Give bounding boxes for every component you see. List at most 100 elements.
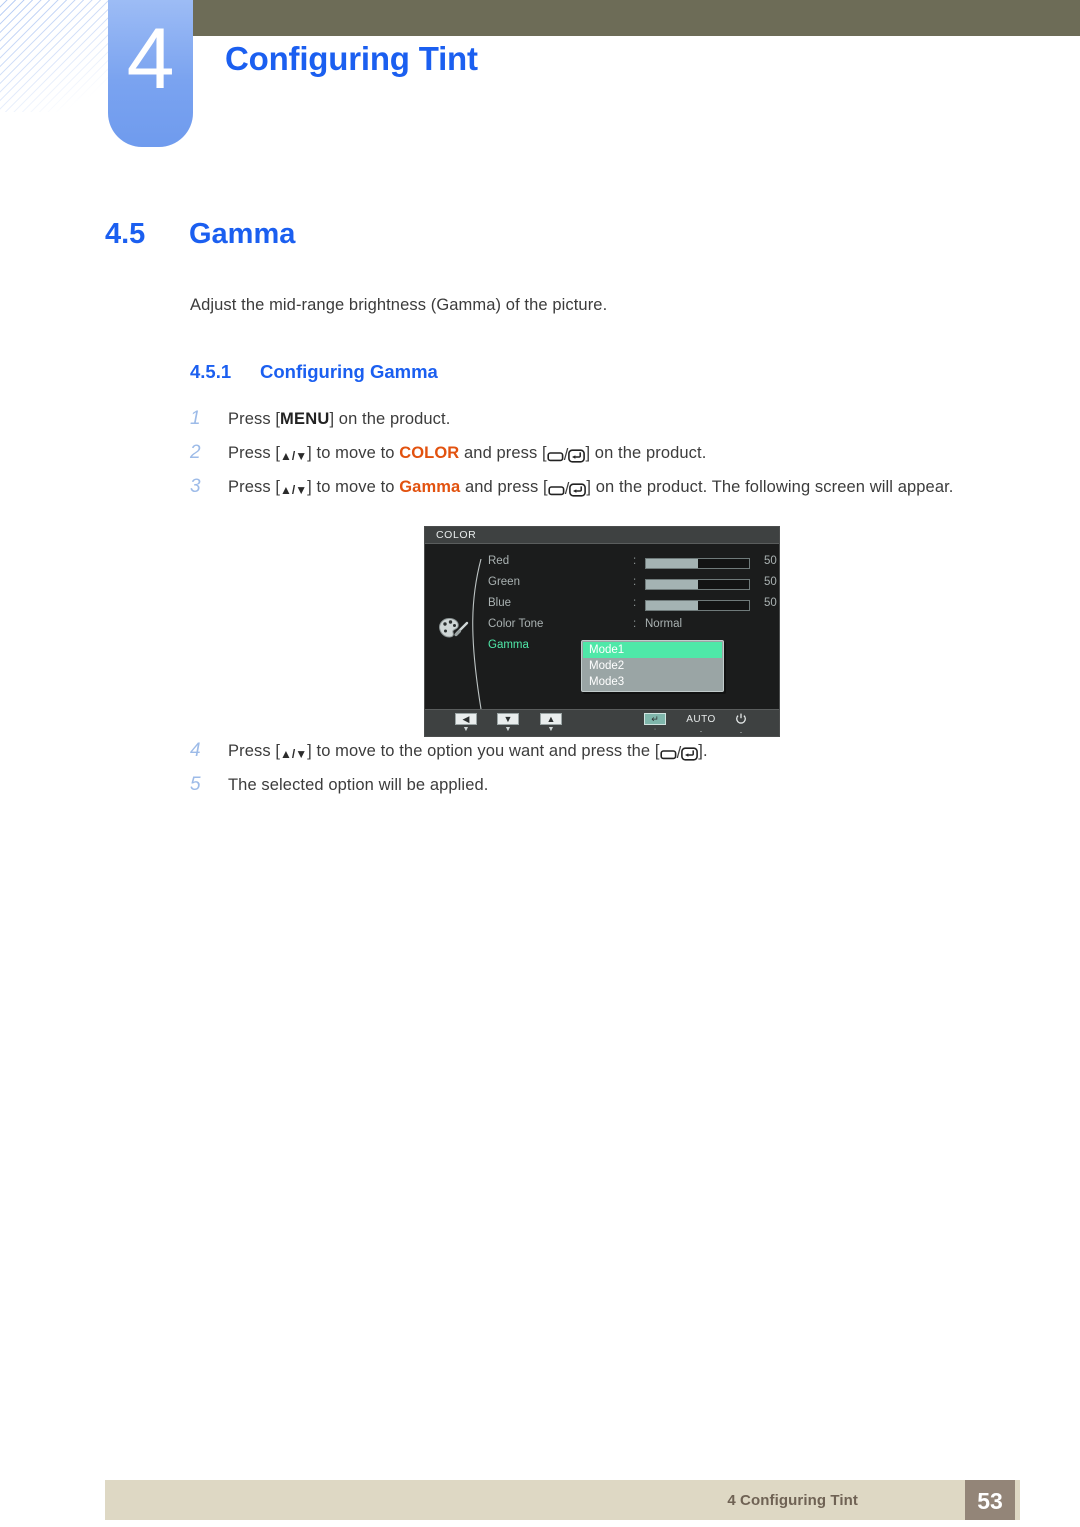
step-text-fragment: Press [ [228, 444, 281, 462]
osd-menu-item[interactable]: Color Tone: Normal [488, 618, 778, 639]
page-footer: 4 Configuring Tint 53 [0, 1480, 1080, 1527]
step-text: Press [▲/▼] to move to COLOR and press [… [228, 444, 706, 465]
button-indicator: · [739, 727, 743, 737]
menu-enter-keys-icon: / [547, 446, 586, 465]
step-text-fragment: ] on the product. The following screen w… [586, 478, 954, 496]
step-text: Press [▲/▼] to move to Gamma and press [… [228, 478, 953, 499]
decorative-hatch-pattern [0, 0, 108, 112]
osd-item-label: Green [488, 576, 520, 588]
subsection-title: Configuring Gamma [260, 361, 438, 382]
chapter-number: 4 [126, 11, 175, 107]
instruction-step: 4 Press [▲/▼] to move to the option you w… [190, 740, 1020, 774]
step-text-fragment: Press [ [228, 410, 281, 428]
back-button[interactable]: ◀ ▼ [451, 713, 481, 734]
gamma-mode-option[interactable]: Mode2 [583, 658, 722, 674]
step-text-fragment: and press [ [459, 444, 547, 462]
up-icon: ▲ [540, 713, 562, 725]
osd-item-separator: : [633, 555, 637, 567]
down-button[interactable]: ▼ ▼ [493, 713, 523, 734]
rounded-button-icon [659, 750, 676, 760]
step-text-fragment: ] on the product. [329, 410, 451, 428]
down-icon: ▼ [497, 713, 519, 725]
step-text-fragment: ]. [698, 742, 708, 760]
osd-slider[interactable] [645, 600, 750, 611]
gamma-mode-option[interactable]: Mode1 [583, 642, 722, 658]
chapter-number-tab: 4 [108, 0, 193, 147]
subsection-heading: 4.5.1 Configuring Gamma [190, 361, 438, 383]
osd-menu-title: COLOR [436, 529, 477, 541]
step-text-fragment: Press [ [228, 742, 281, 760]
instruction-steps-after: 4 Press [▲/▼] to move to the option you w… [190, 740, 1020, 808]
highlighted-keyword: COLOR [399, 444, 460, 462]
step-text-fragment: ] on the product. [585, 444, 707, 462]
section-number: 4.5 [105, 218, 146, 250]
osd-menu-item[interactable]: Blue: 50 [488, 597, 778, 618]
step-number: 2 [190, 442, 201, 463]
step-text-fragment: Press [ [228, 478, 281, 496]
osd-slider-fill [646, 580, 698, 589]
up-button[interactable]: ▲ ▼ [536, 713, 566, 734]
step-text-fragment: and press [ [460, 478, 548, 496]
enter-button[interactable]: ↵ · [640, 713, 670, 734]
step-number: 3 [190, 476, 201, 497]
up-down-arrow-keys-icon: ▲/▼ [280, 747, 308, 761]
step-text: Press [▲/▼] to move to the option you wa… [228, 742, 708, 763]
osd-slider[interactable] [645, 579, 750, 590]
step-number: 5 [190, 774, 201, 795]
page-number-box: 53 [965, 1480, 1015, 1520]
osd-slider-value: 50 [764, 576, 777, 588]
menu-enter-keys-icon: / [548, 480, 587, 499]
osd-item-separator: : [633, 597, 637, 609]
power-button[interactable]: · [726, 713, 756, 737]
highlighted-keyword: Gamma [399, 478, 461, 496]
step-text-fragment: ] to move to the option you want and pre… [307, 742, 660, 760]
osd-item-separator: : [633, 618, 637, 630]
instruction-step: 3 Press [▲/▼] to move to Gamma and press … [190, 476, 1020, 510]
button-indicator: ▼ [547, 726, 555, 733]
rounded-button-icon [548, 486, 565, 496]
osd-slider[interactable] [645, 558, 750, 569]
up-down-arrow-keys-icon: ▲/▼ [280, 449, 308, 463]
button-indicator: ▼ [504, 726, 512, 733]
enter-key-icon [568, 449, 586, 463]
page-number: 53 [977, 1488, 1003, 1514]
osd-title-bar [425, 527, 779, 544]
instruction-step: 5 The selected option will be applied. [190, 774, 1020, 808]
button-indicator: ▼ [462, 726, 470, 733]
instruction-step: 1 Press [MENU] on the product. [190, 408, 1020, 442]
osd-slider-value: 50 [764, 597, 777, 609]
gamma-mode-option[interactable]: Mode3 [583, 674, 722, 690]
button-indicator: · [699, 726, 703, 736]
color-palette-icon [437, 616, 471, 642]
osd-menu-item[interactable]: Red: 50 [488, 555, 778, 576]
footer-chapter-label: 4 Configuring Tint [727, 1492, 858, 1509]
menu-key-label: MENU [280, 410, 330, 428]
auto-button[interactable]: AUTO · [686, 713, 716, 736]
step-text: Press [MENU] on the product. [228, 410, 450, 429]
osd-button-toolbar: ◀ ▼ ▼ ▼ ▲ ▼ ↵ · AUTO · · [425, 709, 779, 737]
enter-icon: ↵ [644, 713, 666, 725]
button-indicator: · [653, 726, 657, 733]
auto-label: AUTO [686, 714, 716, 725]
osd-menu-item[interactable]: Green: 50 [488, 576, 778, 597]
gamma-mode-dropdown[interactable]: Mode1 Mode2 Mode3 [581, 640, 724, 692]
header-olive-bar [190, 0, 1080, 36]
step-number: 1 [190, 408, 201, 429]
instruction-step: 2 Press [▲/▼] to move to COLOR and press … [190, 442, 1020, 476]
step-text: The selected option will be applied. [228, 776, 488, 795]
osd-item-label: Gamma [488, 639, 529, 651]
rounded-button-icon [547, 452, 564, 462]
power-icon [726, 713, 756, 727]
section-title: Gamma [189, 218, 296, 250]
osd-item-label: Blue [488, 597, 512, 609]
subsection-number: 4.5.1 [190, 361, 232, 382]
monitor-osd-screenshot: COLOR Red: 50 Green: 50 Blue: 50 Color Tone: No… [424, 526, 780, 737]
step-text-fragment: The selected option will be applied. [228, 776, 489, 794]
osd-item-separator: : [633, 576, 637, 588]
instruction-steps-before: 1 Press [MENU] on the product. 2 Press [▲/▼… [190, 408, 1020, 510]
footer-bar: 4 Configuring Tint 53 [105, 1480, 1020, 1520]
step-text-fragment: ] to move to [307, 478, 400, 496]
section-heading: 4.5 Gamma [105, 218, 295, 251]
chapter-header: 4 Configuring Tint [0, 0, 1080, 160]
osd-item-label: Color Tone [488, 618, 544, 630]
